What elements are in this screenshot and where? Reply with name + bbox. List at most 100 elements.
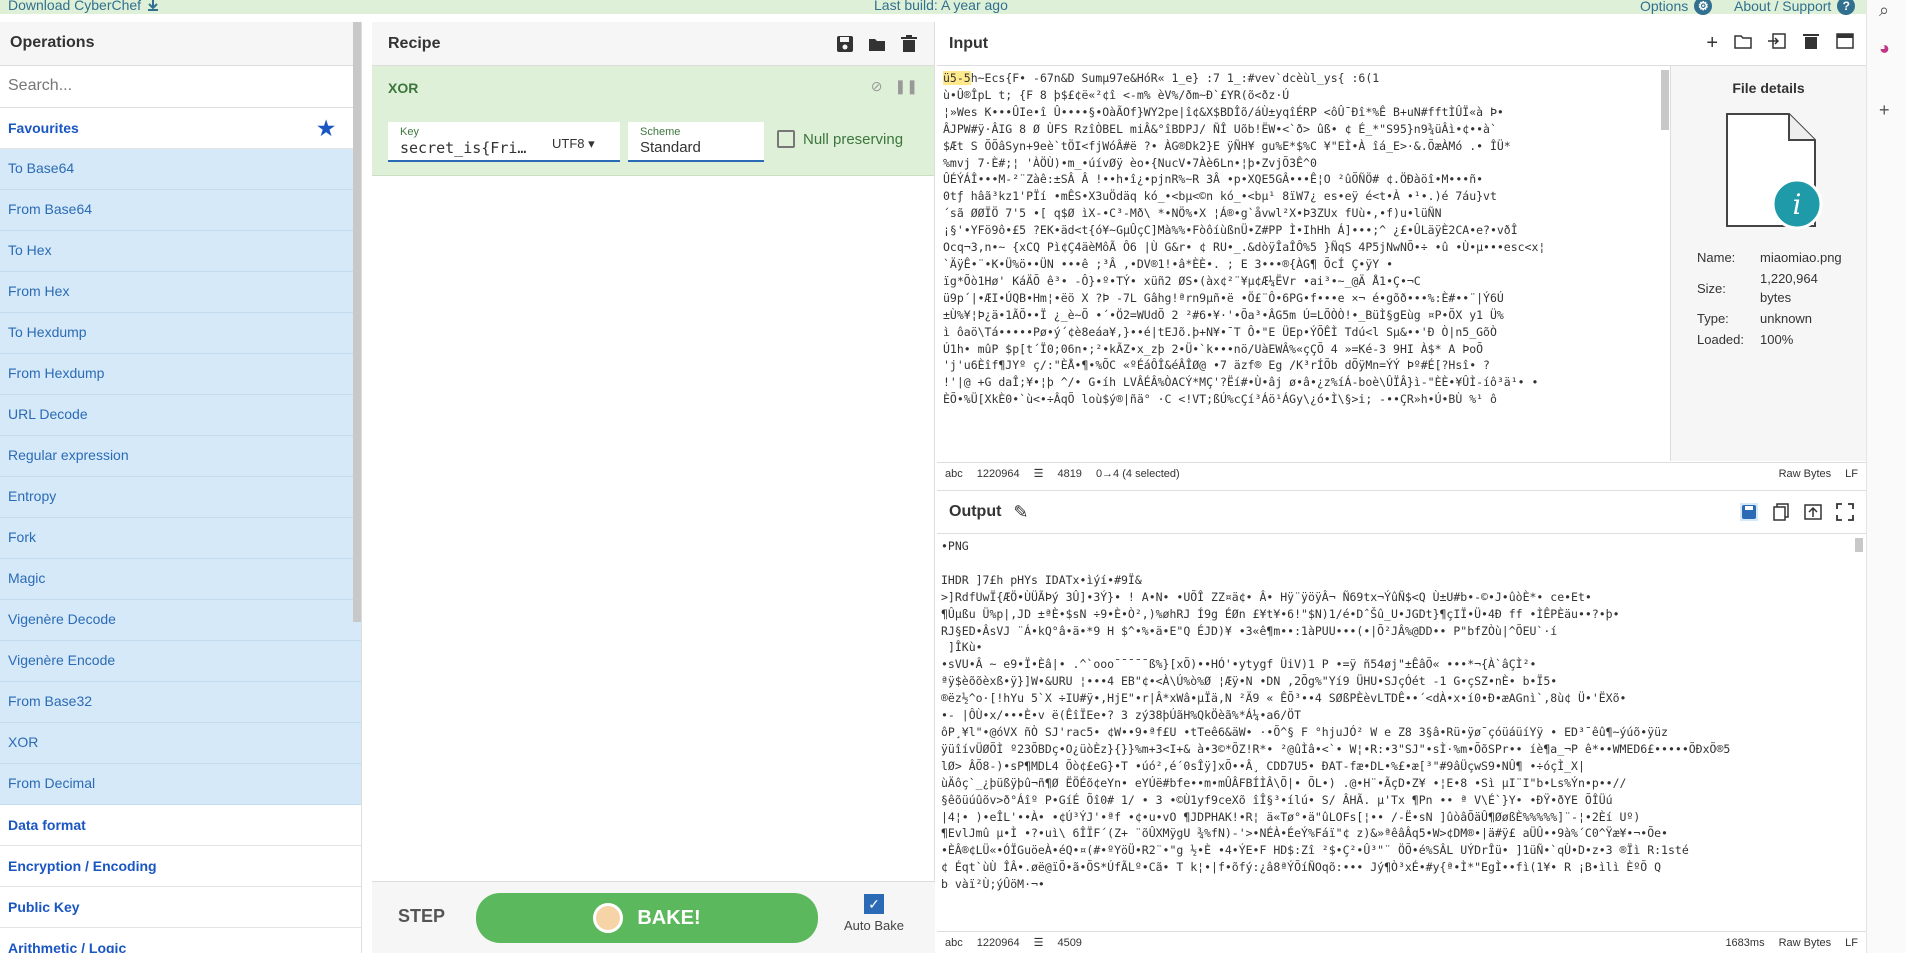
input-eol[interactable]: LF <box>1845 468 1858 480</box>
open-folder-icon[interactable] <box>1734 32 1752 50</box>
op-vigenere-encode[interactable]: Vigenère Encode <box>0 641 361 682</box>
output-lines-icon: ☰ <box>1033 937 1044 949</box>
trash-icon[interactable] <box>900 34 918 53</box>
step-button[interactable]: STEP <box>398 906 445 927</box>
copilot-icon[interactable]: ◕ <box>1879 38 1890 59</box>
input-selection-range: 0→4 (4 selected) <box>1095 467 1180 480</box>
op-from-hexdump[interactable]: From Hexdump <box>0 354 361 395</box>
input-length-icon: abc <box>945 467 963 480</box>
operations-panel: Operations Search... Favourites ★ To Bas… <box>0 22 362 953</box>
add-icon[interactable]: + <box>1879 100 1890 121</box>
add-tab-icon[interactable]: + <box>1706 32 1718 55</box>
bake-label: BAKE! <box>637 906 701 929</box>
folder-icon[interactable] <box>868 35 886 53</box>
search-icon[interactable]: ⌕ <box>1879 0 1889 21</box>
layout-icon[interactable] <box>1836 32 1854 50</box>
file-details-title: File details <box>1732 80 1805 96</box>
op-from-hex[interactable]: From Hex <box>0 272 361 313</box>
input-text-area[interactable]: ü5-5h~Ecs{F• -67n&D Sumµ97e&HóR« 1_e} :7… <box>943 70 1659 456</box>
category-data-format[interactable]: Data format <box>0 805 361 846</box>
file-type-value: unknown <box>1760 311 1813 326</box>
scheme-field[interactable]: Scheme Standard <box>628 122 764 162</box>
op-magic[interactable]: Magic <box>0 559 361 600</box>
chef-icon <box>593 903 624 933</box>
file-icon: i <box>1726 113 1823 230</box>
file-loaded-label: Loaded: <box>1697 332 1744 347</box>
favourites-list: To Base64 From Base64 To Hex From Hex To… <box>0 149 361 805</box>
replace-input-icon[interactable] <box>1804 503 1822 521</box>
op-to-hex[interactable]: To Hex <box>0 231 361 272</box>
checkmark-icon: ✓ <box>864 894 884 914</box>
copy-icon[interactable] <box>1772 503 1790 521</box>
op-to-base64[interactable]: To Base64 <box>0 149 361 190</box>
file-name-label: Name: <box>1697 250 1736 265</box>
operation-name: XOR <box>388 80 419 96</box>
input-title: Input <box>949 34 989 52</box>
encoding-dropdown[interactable]: UTF8 ▾ <box>552 136 595 152</box>
output-header: Output ✎ <box>937 490 1866 534</box>
auto-bake-checkbox[interactable]: ✓ Auto Bake <box>844 894 904 933</box>
options-label: Options <box>1640 0 1689 14</box>
category-arithmetic-logic[interactable]: Arithmetic / Logic <box>0 928 361 953</box>
recipe-title: Recipe <box>388 34 441 52</box>
encoding-value: UTF8 <box>552 136 585 151</box>
options-link[interactable]: Options ⚙ <box>1640 0 1713 15</box>
op-entropy[interactable]: Entropy <box>0 477 361 518</box>
browser-side-strip: ⌕ ◕ + <box>1866 0 1906 953</box>
output-raw-bytes[interactable]: Raw Bytes <box>1779 937 1832 949</box>
operations-search-input[interactable]: Search... <box>0 66 361 108</box>
category-favourites[interactable]: Favourites ★ <box>0 108 361 149</box>
clear-icon[interactable] <box>1802 32 1820 50</box>
star-icon: ★ <box>317 117 335 140</box>
op-from-base64[interactable]: From Base64 <box>0 190 361 231</box>
input-text: h~Ecs{F• -67n&D Sumµ97e&HóR« 1_e} :7 1_:… <box>943 71 1546 407</box>
download-label: Download CyberChef <box>8 0 142 13</box>
op-fork[interactable]: Fork <box>0 518 361 559</box>
open-file-icon[interactable] <box>1768 32 1786 50</box>
output-panel: Output ✎ •PNG IHDR ]7£h pHYs IDATx•ìýí•#… <box>937 490 1866 953</box>
bake-bar: STEP BAKE! ✓ Auto Bake <box>372 881 935 953</box>
save-icon[interactable] <box>836 35 854 53</box>
category-public-key[interactable]: Public Key <box>0 887 361 928</box>
output-scrollbar[interactable] <box>1855 538 1863 552</box>
magic-wand-icon[interactable]: ✎ <box>1013 502 1028 523</box>
bake-button[interactable]: BAKE! <box>476 893 818 943</box>
pause-icon[interactable]: ❚❚ <box>895 78 918 95</box>
about-link[interactable]: About / Support ? <box>1734 0 1856 15</box>
favourites-label: Favourites <box>8 120 79 136</box>
auto-bake-label: Auto Bake <box>844 918 904 933</box>
op-xor[interactable]: XOR <box>0 723 361 764</box>
op-vigenere-decode[interactable]: Vigenère Decode <box>0 600 361 641</box>
output-eol[interactable]: LF <box>1845 937 1858 949</box>
download-link[interactable]: Download CyberChef <box>8 0 159 13</box>
op-regular-expression[interactable]: Regular expression <box>0 436 361 477</box>
output-lines: 4509 <box>1057 936 1082 949</box>
output-text-area[interactable]: •PNG IHDR ]7£h pHYs IDATx•ìýí•#9Ï& >]Rdf… <box>941 538 1847 924</box>
output-length: 1220964 <box>976 936 1020 949</box>
output-title: Output <box>949 503 1002 520</box>
recipe-header: Recipe <box>372 22 934 66</box>
input-selection: ü5-5 <box>943 71 971 85</box>
operations-title: Operations <box>0 22 361 66</box>
disable-icon[interactable]: ⊘ <box>871 78 883 95</box>
save-output-icon[interactable] <box>1740 503 1758 521</box>
category-encryption-encoding[interactable]: Encryption / Encoding <box>0 846 361 887</box>
null-preserving-checkbox[interactable]: Null preserving <box>777 130 903 148</box>
op-to-hexdump[interactable]: To Hexdump <box>0 313 361 354</box>
op-from-base32[interactable]: From Base32 <box>0 682 361 723</box>
operations-scrollbar[interactable] <box>353 22 361 622</box>
file-size-label: Size: <box>1697 280 1726 296</box>
input-length: 1220964 <box>976 467 1020 480</box>
output-text: •PNG IHDR ]7£h pHYs IDATx•ìýí•#9Ï& >]Rdf… <box>941 539 1731 892</box>
input-status-bar: abc 1220964 ☰ 4819 0→4 (4 selected) Raw … <box>937 462 1866 484</box>
op-from-decimal[interactable]: From Decimal <box>0 764 361 805</box>
maximise-icon[interactable] <box>1836 503 1854 521</box>
op-url-decode[interactable]: URL Decode <box>0 395 361 436</box>
input-raw-bytes[interactable]: Raw Bytes <box>1779 468 1832 480</box>
file-name-value: miaomiao.png <box>1760 250 1842 265</box>
output-status-bar: abc 1220964 ☰ 4509 1683ms Raw Bytes LF <box>937 931 1866 953</box>
svg-text:i: i <box>1793 188 1802 221</box>
input-lines-icon: ☰ <box>1033 468 1044 480</box>
input-scrollbar[interactable] <box>1661 70 1669 130</box>
gear-icon: ⚙ <box>1694 0 1713 15</box>
